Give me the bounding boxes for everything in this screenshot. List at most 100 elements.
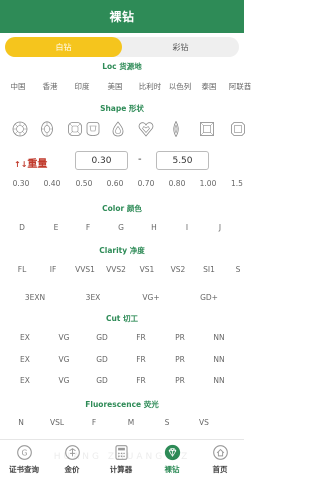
clarity-option[interactable]: IF xyxy=(50,265,57,274)
shape-section-title: Shape 形状 xyxy=(100,104,144,113)
weight-preset[interactable]: 0.80 xyxy=(169,179,186,188)
polish-option[interactable]: EX xyxy=(20,355,30,364)
heart-cushion-icon[interactable] xyxy=(85,121,101,137)
sort-icon[interactable]: ↑↓ xyxy=(14,160,27,169)
cut-option[interactable]: GD xyxy=(96,333,108,342)
heart-icon[interactable] xyxy=(138,121,154,137)
oval-icon[interactable] xyxy=(39,121,55,137)
loc-option[interactable]: 中国 xyxy=(11,81,26,92)
grade-option[interactable]: VG+ xyxy=(142,293,159,302)
grade-option[interactable]: GD+ xyxy=(200,293,218,302)
weight-min-input[interactable]: 0.30 xyxy=(75,151,128,170)
fluorescence-option[interactable]: N xyxy=(18,418,24,427)
loc-section-title: Loc 货源地 xyxy=(102,62,142,71)
round-icon[interactable] xyxy=(12,121,28,137)
nav-calculator-label: 计算器 xyxy=(109,465,133,474)
pear-icon[interactable] xyxy=(110,121,126,137)
loc-option[interactable]: 印度 xyxy=(75,81,90,92)
tab-white-diamond[interactable]: 白钻 xyxy=(5,37,122,57)
cut-options-row: EX VG GD FR PR NN xyxy=(0,333,244,347)
nav-certificate-label: 证书查询 xyxy=(9,465,39,474)
fluorescence-option[interactable]: VSL xyxy=(50,418,64,427)
cut-option[interactable]: FR xyxy=(136,333,146,342)
polish-option[interactable]: FR xyxy=(136,355,146,364)
cut-option[interactable]: VG xyxy=(59,333,70,342)
polish-option[interactable]: NN xyxy=(213,355,224,364)
color-option[interactable]: D xyxy=(19,223,25,232)
fluorescence-option[interactable]: M xyxy=(128,418,134,427)
cut-option[interactable]: NN xyxy=(213,333,224,342)
clarity-option[interactable]: S xyxy=(236,265,241,274)
symmetry-option[interactable]: EX xyxy=(20,376,30,385)
weight-preset[interactable]: 0.50 xyxy=(76,179,93,188)
tab-color-diamond[interactable]: 彩钻 xyxy=(122,37,239,57)
weight-preset[interactable]: 0.30 xyxy=(13,179,30,188)
weight-range-dash: - xyxy=(138,154,142,165)
page-header: 裸钻 xyxy=(0,0,244,33)
polish-option[interactable]: PR xyxy=(175,355,185,364)
weight-max-input[interactable]: 5.50 xyxy=(156,151,209,170)
weight-label[interactable]: ↑↓重量 xyxy=(14,155,47,170)
symmetry-options-row: EX VG GD FR PR NN xyxy=(0,376,244,390)
grade-option[interactable]: 3EXN xyxy=(25,293,45,302)
fluorescence-option[interactable]: S xyxy=(165,418,170,427)
fluorescence-section-title: Fluorescence 荧光 xyxy=(85,400,159,409)
weight-preset[interactable]: 0.60 xyxy=(107,179,124,188)
grade-options-row: 3EXN 3EX VG+ GD+ xyxy=(0,293,244,307)
fluorescence-option[interactable]: VS xyxy=(199,418,209,427)
emerald-icon[interactable] xyxy=(230,121,246,137)
color-option[interactable]: G xyxy=(118,223,124,232)
fluorescence-option[interactable]: F xyxy=(92,418,96,427)
polish-option[interactable]: VG xyxy=(59,355,70,364)
color-options-row: D E F G H I J xyxy=(0,223,244,237)
weight-preset[interactable]: 1.5 xyxy=(231,179,243,188)
symmetry-option[interactable]: FR xyxy=(136,376,146,385)
cut-option[interactable]: EX xyxy=(20,333,30,342)
marquise-icon[interactable] xyxy=(168,121,184,137)
polish-options-row: EX VG GD FR PR NN xyxy=(0,355,244,369)
nav-home-label: 首页 xyxy=(212,465,228,474)
color-option[interactable]: I xyxy=(186,223,188,232)
loc-option[interactable]: 泰国 xyxy=(202,81,217,92)
grade-option[interactable]: 3EX xyxy=(86,293,101,302)
loc-option[interactable]: 比利时 xyxy=(139,81,162,92)
color-option[interactable]: E xyxy=(54,223,59,232)
symmetry-option[interactable]: NN xyxy=(213,376,224,385)
polish-option[interactable]: GD xyxy=(96,355,108,364)
shape-options-row xyxy=(0,121,246,141)
clarity-option[interactable]: SI1 xyxy=(203,265,215,274)
fluorescence-options-row: N VSL F M S VS xyxy=(0,418,244,432)
princess-icon[interactable] xyxy=(199,121,215,137)
color-option[interactable]: H xyxy=(151,223,157,232)
color-option[interactable]: J xyxy=(219,223,221,232)
nav-gold-price-label: 金价 xyxy=(64,465,80,474)
loc-option[interactable]: 香港 xyxy=(43,81,58,92)
loc-option[interactable]: 美国 xyxy=(108,81,123,92)
cushion-icon[interactable] xyxy=(67,121,83,137)
clarity-option[interactable]: VS1 xyxy=(140,265,155,274)
watermark: HUANG ZHUANG GZ xyxy=(53,452,191,462)
diamond-type-tabs: 白钻 彩钻 xyxy=(5,37,239,57)
nav-diamond-label: 裸钻 xyxy=(164,465,180,474)
loc-option[interactable]: 以色列 xyxy=(169,81,192,92)
weight-preset[interactable]: 1.00 xyxy=(200,179,217,188)
color-section-title: Color 颜色 xyxy=(102,204,142,213)
color-option[interactable]: F xyxy=(86,223,90,232)
weight-label-text: 重量 xyxy=(27,159,48,170)
loc-options-row: 中国 香港 印度 美国 比利时 以色列 泰国 阿联酋 xyxy=(0,81,252,95)
cut-section-title: Cut 切工 xyxy=(105,314,139,323)
symmetry-option[interactable]: PR xyxy=(175,376,185,385)
clarity-option[interactable]: FL xyxy=(18,265,27,274)
symmetry-option[interactable]: VG xyxy=(59,376,70,385)
clarity-options-row: FL IF VVS1 VVS2 VS1 VS2 SI1 S xyxy=(0,265,244,279)
weight-presets-row: 0.30 0.40 0.50 0.60 0.70 0.80 1.00 1.5 xyxy=(0,179,244,193)
weight-preset[interactable]: 0.40 xyxy=(44,179,61,188)
page-title: 裸钻 xyxy=(109,10,135,24)
clarity-option[interactable]: VS2 xyxy=(171,265,186,274)
cut-option[interactable]: PR xyxy=(175,333,185,342)
symmetry-option[interactable]: GD xyxy=(96,376,108,385)
clarity-option[interactable]: VVS2 xyxy=(106,265,126,274)
clarity-option[interactable]: VVS1 xyxy=(75,265,95,274)
loc-option[interactable]: 阿联酋 xyxy=(229,81,252,92)
weight-preset[interactable]: 0.70 xyxy=(138,179,155,188)
